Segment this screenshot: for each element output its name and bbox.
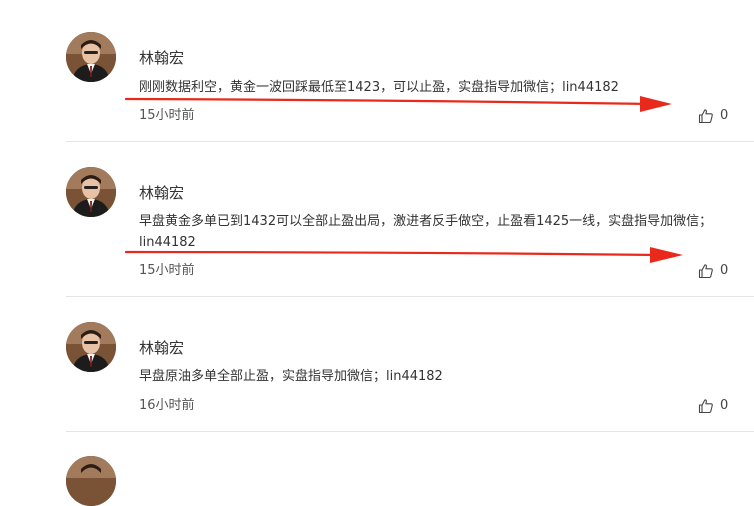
like-count: 0 <box>720 108 729 123</box>
comment-text: 早盘原油多单全部止盈，实盘指导加微信；lin44182 <box>139 369 443 384</box>
thumbs-up-icon <box>698 109 713 124</box>
avatar[interactable] <box>66 32 116 82</box>
comment-text: 刚刚数据利空，黄金一波回踩最低至1423，可以止盈，实盘指导加微信；lin441… <box>139 80 619 95</box>
like-button[interactable]: 0 <box>698 107 728 125</box>
divider <box>66 296 754 297</box>
comment-username[interactable]: 林翰宏 <box>139 338 184 358</box>
thumbs-up-icon <box>698 399 713 414</box>
divider <box>66 431 754 432</box>
comment-text: 早盘黄金多单已到1432可以全部止盈出局，激进者反手做空，止盈看1425一线，实… <box>139 214 713 250</box>
thumbs-up-icon <box>698 264 713 279</box>
like-count: 0 <box>720 263 729 278</box>
divider <box>66 141 754 142</box>
comment-time: 15小时前 <box>139 108 195 123</box>
like-button[interactable]: 0 <box>698 262 728 280</box>
annotation-arrow <box>124 96 672 112</box>
comment-username[interactable]: 林翰宏 <box>139 48 184 68</box>
comment-time: 15小时前 <box>139 263 195 278</box>
avatar[interactable] <box>66 167 116 217</box>
comment-time: 16小时前 <box>139 398 195 413</box>
avatar[interactable] <box>66 322 116 372</box>
comment-username[interactable]: 林翰宏 <box>139 183 184 203</box>
like-count: 0 <box>720 398 729 413</box>
like-button[interactable]: 0 <box>698 397 728 415</box>
